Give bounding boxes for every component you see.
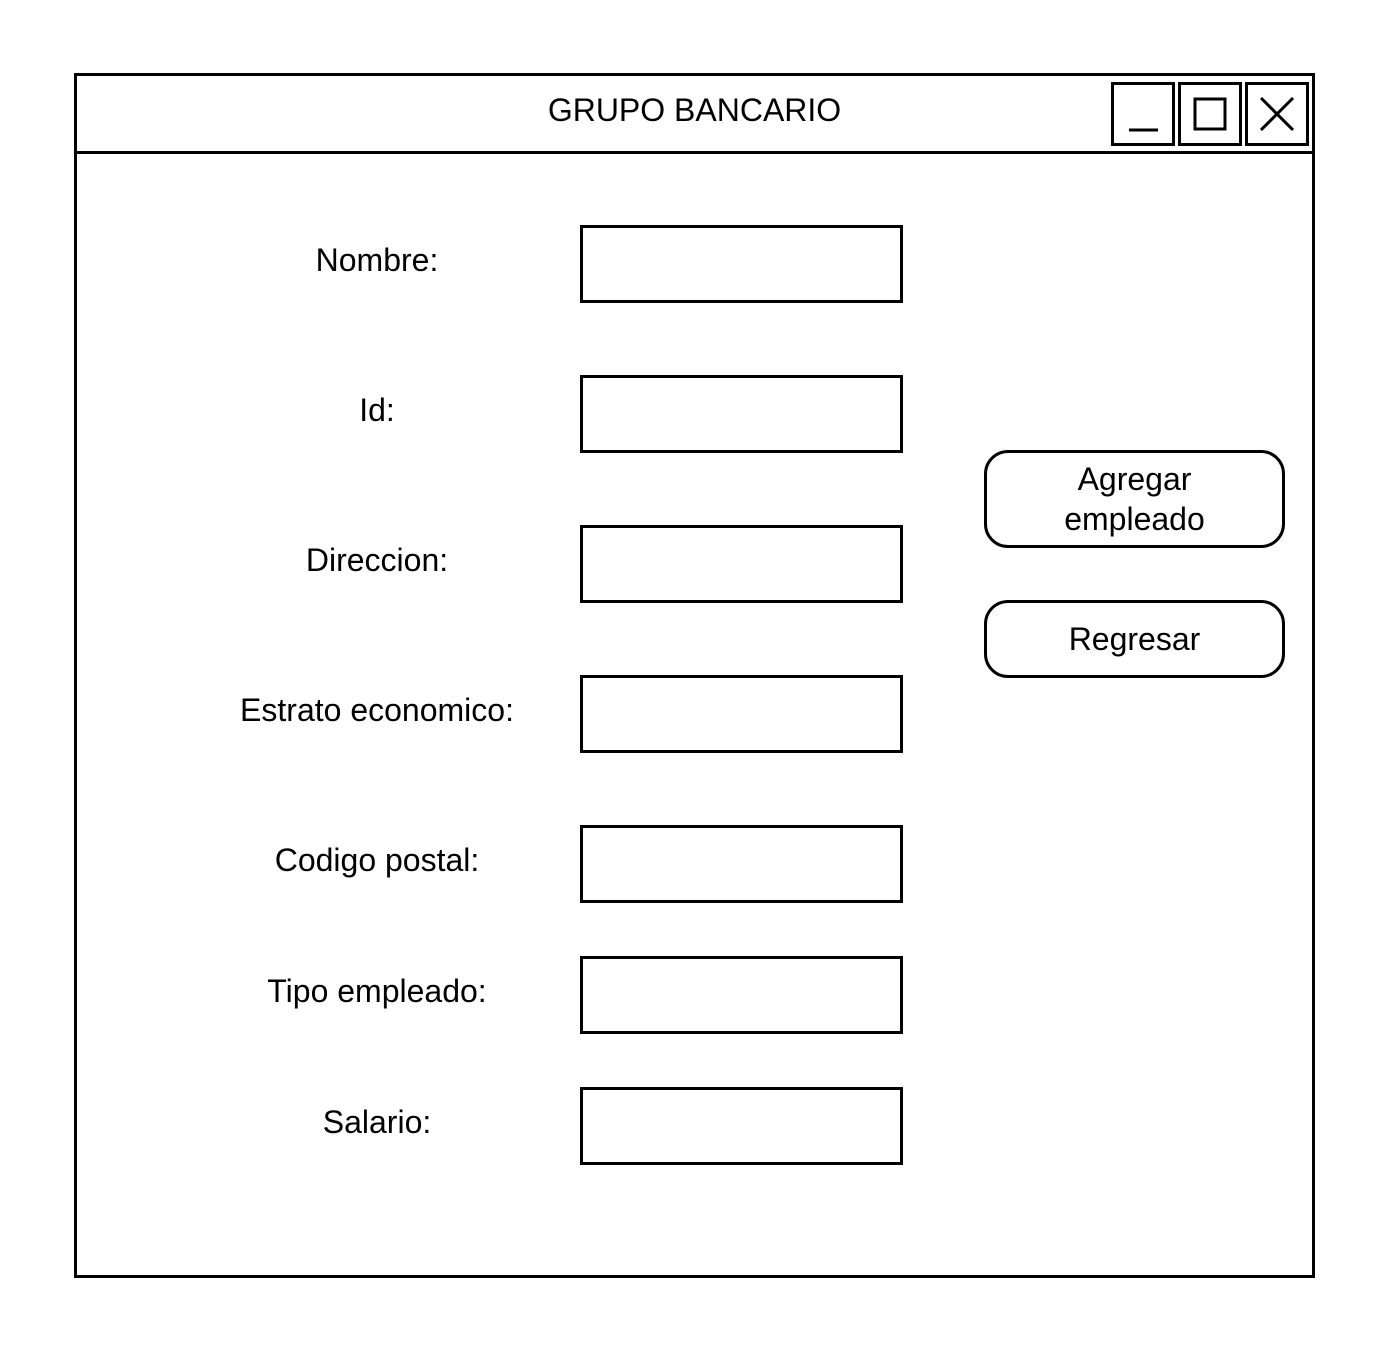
tipo-empleado-label: Tipo empleado: bbox=[267, 973, 487, 1009]
main-window: GRUPO BANCARIO Nombre: Id: Direccion: Es… bbox=[74, 73, 1315, 1278]
maximize-button[interactable] bbox=[1178, 82, 1242, 146]
add-employee-button[interactable]: Agregar empleado bbox=[984, 450, 1285, 548]
salario-label: Salario: bbox=[322, 1104, 432, 1140]
tipo-empleado-input[interactable] bbox=[580, 956, 903, 1034]
estrato-economico-input[interactable] bbox=[580, 675, 903, 753]
close-icon bbox=[1259, 96, 1295, 132]
direccion-label: Direccion: bbox=[305, 542, 449, 578]
direccion-input[interactable] bbox=[580, 525, 903, 603]
estrato-economico-label: Estrato economico: bbox=[240, 692, 514, 728]
close-button[interactable] bbox=[1245, 82, 1309, 146]
id-label: Id: bbox=[359, 392, 395, 428]
title-bar: GRUPO BANCARIO bbox=[77, 76, 1312, 154]
codigo-postal-input[interactable] bbox=[580, 825, 903, 903]
id-input[interactable] bbox=[580, 375, 903, 453]
maximize-icon bbox=[1193, 97, 1227, 131]
minimize-button[interactable] bbox=[1111, 82, 1175, 146]
back-button[interactable]: Regresar bbox=[984, 600, 1285, 678]
nombre-label: Nombre: bbox=[315, 242, 439, 278]
minimize-icon bbox=[1129, 128, 1158, 132]
codigo-postal-label: Codigo postal: bbox=[274, 842, 480, 878]
salario-input[interactable] bbox=[580, 1087, 903, 1165]
nombre-input[interactable] bbox=[580, 225, 903, 303]
